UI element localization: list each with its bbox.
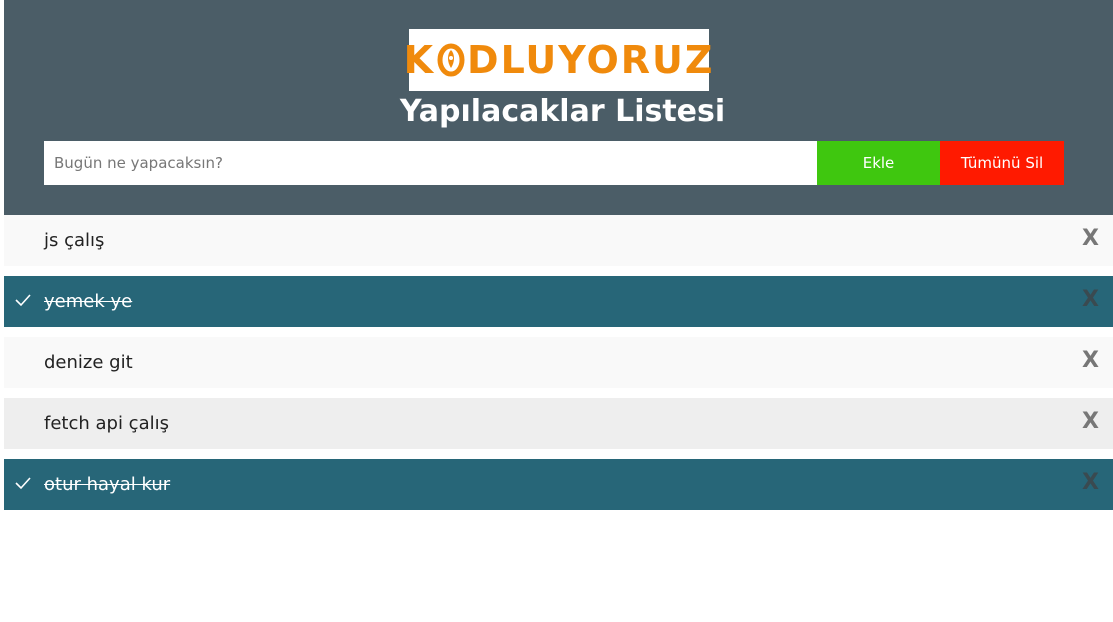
todo-text: otur hayal kur (44, 474, 171, 495)
delete-icon[interactable]: X (1082, 348, 1099, 373)
add-button[interactable]: Ekle (817, 141, 940, 185)
clear-all-button[interactable]: Tümünü Sil (940, 141, 1064, 185)
delete-icon[interactable]: X (1082, 226, 1099, 251)
task-input[interactable] (44, 141, 817, 185)
todo-item[interactable]: fetch api çalış X (4, 398, 1113, 449)
logo-text-left: K (403, 38, 436, 82)
check-icon (15, 294, 31, 307)
logo-text-right: DLUYORUZ (467, 38, 715, 82)
add-task-form: Ekle Tümünü Sil (44, 141, 1064, 185)
logo-wordmark: K DLUYORUZ (404, 38, 715, 82)
todo-text: yemek ye (44, 291, 133, 312)
todo-item[interactable]: js çalış X (4, 215, 1113, 266)
todo-text: denize git (44, 352, 133, 373)
todo-item[interactable]: denize git X (4, 337, 1113, 388)
logo: K DLUYORUZ (404, 29, 712, 91)
todo-text: fetch api çalış (44, 413, 169, 434)
todo-list: js çalış X yemek ye X denize git X fetch… (4, 215, 1113, 520)
header: K DLUYORUZ Yapılacaklar Listesi Ekle Tüm… (4, 0, 1113, 215)
todo-item[interactable]: yemek ye X (4, 276, 1113, 327)
delete-icon[interactable]: X (1082, 409, 1099, 434)
logo-rocket-icon (436, 42, 466, 78)
delete-icon[interactable]: X (1082, 287, 1099, 312)
check-icon (15, 477, 31, 490)
todo-text: js çalış (44, 230, 105, 251)
delete-icon[interactable]: X (1082, 470, 1099, 495)
app: K DLUYORUZ Yapılacaklar Listesi Ekle Tüm… (0, 0, 1113, 622)
page-title: Yapılacaklar Listesi (399, 94, 726, 129)
todo-item[interactable]: otur hayal kur X (4, 459, 1113, 510)
